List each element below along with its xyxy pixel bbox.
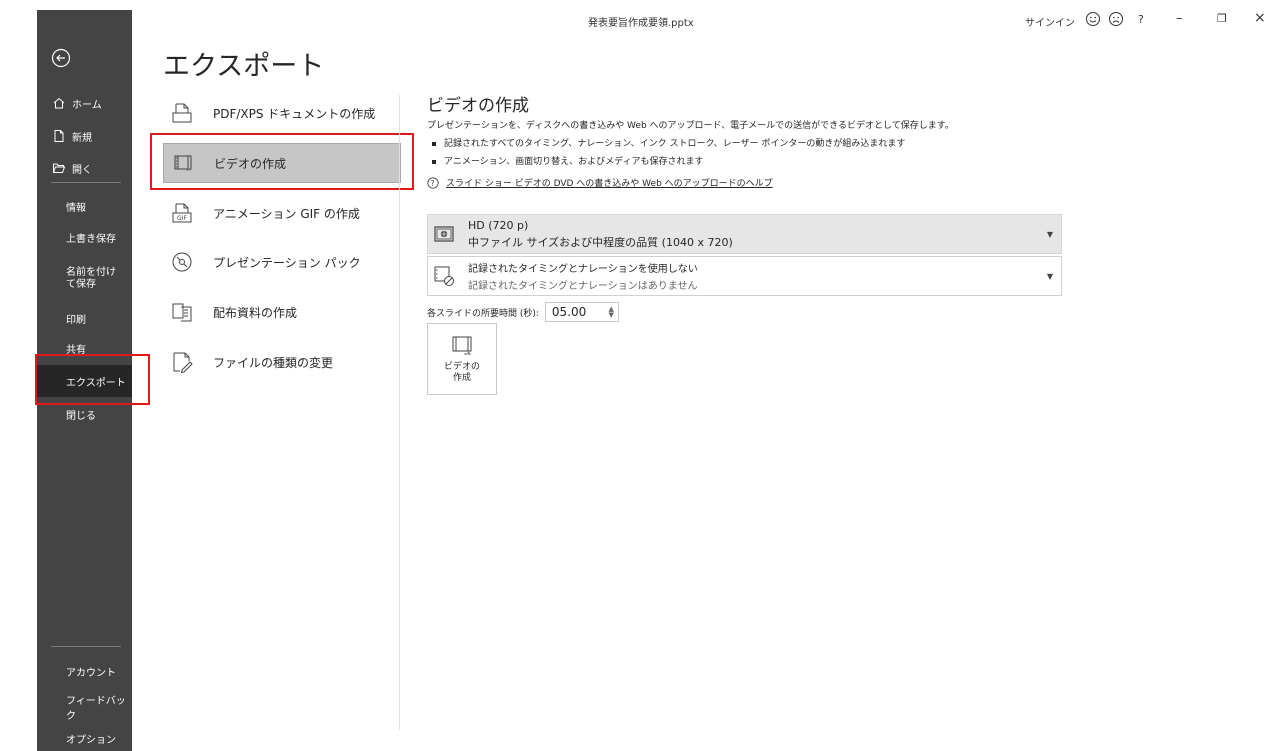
- pdf-document-icon: [172, 103, 192, 123]
- export-option-package[interactable]: プレゼンテーション パック: [163, 242, 401, 282]
- detail-title: ビデオの作成: [427, 96, 529, 116]
- handouts-icon: [172, 303, 192, 322]
- detail-bullet: アニメーション、画面切り替え、およびメディアも保存されます: [432, 154, 703, 167]
- export-option-change-type[interactable]: ファイルの種類の変更: [163, 342, 401, 382]
- new-document-icon: [54, 130, 64, 142]
- sidebar-item-new[interactable]: 新規: [37, 122, 132, 150]
- sidebar-item-label: ホーム: [72, 99, 102, 111]
- timing-subtitle: 記録されたタイミングとナレーションはありません: [468, 281, 698, 292]
- export-option-label: プレゼンテーション パック: [213, 255, 361, 270]
- sidebar-item-label: 開く: [72, 164, 92, 176]
- video-icon: [452, 336, 472, 355]
- slide-duration-row: 各スライドの所要時間 (秒): 05.00 ▲ ▼: [427, 302, 619, 322]
- export-option-pdf[interactable]: PDF/XPS ドキュメントの作成: [163, 93, 401, 133]
- document-title: 発表要旨作成要領.pptx: [588, 18, 694, 29]
- sidebar-item-label: 新規: [72, 132, 92, 144]
- question-circle-icon: ?: [427, 176, 439, 189]
- hd-monitor-icon: [434, 226, 454, 242]
- bullet-text: 記録されたすべてのタイミング、ナレーション、インク ストローク、レーザー ポイン…: [444, 139, 906, 149]
- gif-icon: GIF: [172, 203, 192, 223]
- frown-feedback-icon[interactable]: [1108, 11, 1124, 27]
- powerpoint-backstage: 発表要旨作成要領.pptx サインイン ? – ❐ × ホーム 新規 開く 情報…: [0, 0, 1264, 751]
- sidebar-item-options[interactable]: オプション: [37, 724, 132, 751]
- minimize-button[interactable]: –: [1176, 11, 1183, 26]
- panel-divider: [399, 95, 400, 730]
- export-option-label: ファイルの種類の変更: [213, 355, 334, 370]
- sidebar-item-feedback[interactable]: フィードバック: [37, 693, 132, 722]
- quality-title: HD (720 p): [468, 218, 529, 232]
- timing-narration-dropdown[interactable]: 記録されたタイミングとナレーションを使用しない 記録されたタイミングとナレーショ…: [427, 256, 1062, 296]
- svg-text:?: ?: [431, 179, 435, 188]
- highlight-export-sidebar: [35, 354, 150, 405]
- sidebar-item-label: 上書き保存: [66, 233, 116, 245]
- export-option-label: 配布資料の作成: [213, 305, 298, 320]
- bullet-icon: [432, 141, 436, 146]
- export-option-handouts[interactable]: 配布資料の作成: [163, 292, 401, 332]
- bullet-text: アニメーション、画面切り替え、およびメディアも保存されます: [444, 157, 704, 167]
- bullet-icon: [432, 159, 436, 164]
- sidebar-item-account[interactable]: アカウント: [37, 657, 132, 685]
- quality-text: HD (720 p) 中ファイル サイズおよび中程度の品質 (1040 x 72…: [468, 219, 733, 250]
- create-video-label: ビデオの作成: [443, 362, 480, 383]
- close-button[interactable]: ×: [1254, 10, 1264, 26]
- page-title: エクスポート: [163, 51, 325, 82]
- svg-text:GIF: GIF: [177, 215, 187, 222]
- create-video-button[interactable]: ビデオの作成: [427, 323, 497, 395]
- sidebar-item-print[interactable]: 印刷: [37, 304, 132, 332]
- change-file-type-icon: [173, 352, 193, 373]
- package-cd-icon: [172, 252, 192, 272]
- folder-open-icon: [53, 163, 66, 173]
- spinner-arrows-icon[interactable]: ▲ ▼: [609, 306, 614, 319]
- quality-subtitle: 中ファイル サイズおよび中程度の品質 (1040 x 720): [468, 235, 733, 249]
- sidebar-item-info[interactable]: 情報: [37, 192, 132, 220]
- signin-link[interactable]: サインイン: [1025, 14, 1075, 29]
- sidebar-item-label: 情報: [66, 202, 86, 214]
- detail-bullet: 記録されたすべてのタイミング、ナレーション、インク ストローク、レーザー ポイン…: [432, 136, 905, 149]
- restore-button[interactable]: ❐: [1217, 12, 1227, 25]
- sidebar-item-save-as[interactable]: 名前を付けて保存: [37, 262, 132, 296]
- timing-text: 記録されたタイミングとナレーションを使用しない 記録されたタイミングとナレーショ…: [468, 260, 698, 292]
- export-option-label: アニメーション GIF の作成: [213, 206, 360, 221]
- duration-value: 05.00: [551, 305, 587, 319]
- smile-feedback-icon[interactable]: [1085, 11, 1101, 27]
- sidebar-item-home[interactable]: ホーム: [37, 89, 132, 117]
- sidebar-item-label: 名前を付けて保存: [66, 267, 116, 290]
- home-icon: [53, 97, 65, 109]
- sidebar-item-label: 印刷: [66, 314, 86, 326]
- duration-spinner[interactable]: 05.00 ▲ ▼: [544, 302, 619, 322]
- sidebar-item-save[interactable]: 上書き保存: [37, 223, 132, 251]
- sidebar-separator: [51, 646, 121, 647]
- sidebar-item-label: フィードバック: [66, 696, 126, 722]
- help-row: ? スライド ショー ビデオの DVD への書き込みや Web へのアップロード…: [427, 176, 773, 189]
- sidebar-item-label: 閉じる: [66, 410, 96, 422]
- chevron-down-icon: ▼: [1046, 230, 1053, 239]
- export-option-gif[interactable]: GIF アニメーション GIF の作成: [163, 193, 401, 233]
- detail-description: プレゼンテーションを、ディスクへの書き込みや Web へのアップロード、電子メー…: [427, 121, 954, 131]
- sidebar-separator: [51, 182, 121, 183]
- duration-label: 各スライドの所要時間 (秒):: [427, 308, 539, 319]
- export-option-label: PDF/XPS ドキュメントの作成: [213, 106, 376, 121]
- help-button[interactable]: ?: [1138, 13, 1144, 26]
- no-timing-icon: [434, 266, 454, 286]
- timing-title: 記録されたタイミングとナレーションを使用しない: [468, 264, 698, 275]
- help-link[interactable]: スライド ショー ビデオの DVD への書き込みや Web へのアップロードのヘ…: [446, 176, 773, 189]
- highlight-video-option: [150, 133, 414, 190]
- sidebar-item-label: オプション: [66, 734, 116, 746]
- back-arrow-icon[interactable]: [51, 48, 71, 68]
- sidebar-item-open[interactable]: 開く: [37, 154, 132, 182]
- chevron-down-icon: ▼: [1046, 272, 1053, 281]
- video-quality-dropdown[interactable]: HD (720 p) 中ファイル サイズおよび中程度の品質 (1040 x 72…: [427, 214, 1062, 254]
- sidebar-item-label: アカウント: [66, 667, 116, 679]
